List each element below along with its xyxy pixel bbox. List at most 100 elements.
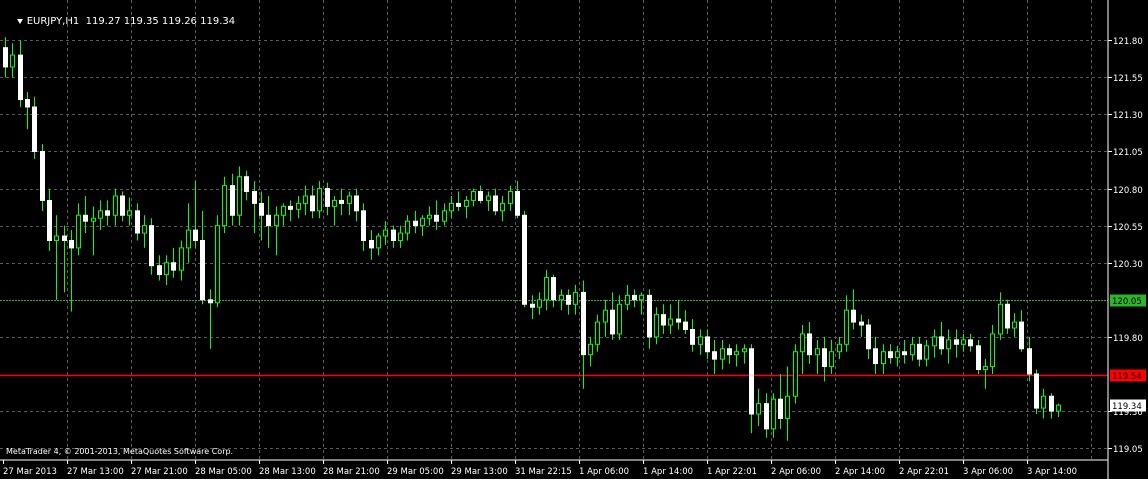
bear-candle-body <box>676 318 681 323</box>
candle <box>617 295 622 340</box>
bear-candle-body <box>866 324 871 350</box>
bull-candle-body <box>376 235 381 249</box>
candle <box>105 200 110 226</box>
bull-candle-body <box>537 299 542 308</box>
candle <box>486 191 491 211</box>
bull-candle-body <box>785 395 790 419</box>
red-level-label: 119.54 <box>1112 372 1142 382</box>
bull-candle-body <box>405 220 410 234</box>
bear-candle-body <box>310 195 315 212</box>
y-tick-label: 120.55 <box>1113 223 1143 233</box>
bull-candle-body <box>793 351 798 397</box>
chart-window[interactable]: EURJPY,H1 119.27 119.35 119.26 119.34 12… <box>0 0 1148 479</box>
x-tick-label: 3 Apr 14:00 <box>1027 467 1077 477</box>
x-tick-label: 29 Mar 05:00 <box>387 467 444 477</box>
candle <box>493 188 498 216</box>
candle <box>259 191 264 241</box>
candle <box>200 210 205 305</box>
bull-candle-body <box>734 351 739 356</box>
candle <box>807 322 812 364</box>
bear-candle-body <box>610 309 615 335</box>
bear-candle-body <box>515 191 520 216</box>
candle <box>266 195 271 248</box>
bear-candle-body <box>566 294 571 305</box>
bear-candle-body <box>18 54 23 101</box>
bull-candle-body <box>127 210 132 216</box>
candle <box>347 191 352 216</box>
bear-candle-body <box>62 235 67 241</box>
candle <box>208 289 213 349</box>
bear-candle-body <box>705 336 710 353</box>
candle <box>157 255 162 281</box>
candle <box>647 289 652 349</box>
bear-candle-body <box>244 176 249 193</box>
candle <box>954 329 959 358</box>
bear-candle-body <box>149 225 154 267</box>
bear-candle-body <box>822 348 827 368</box>
bull-candle-body <box>595 321 600 345</box>
candle <box>603 299 608 337</box>
bear-candle-body <box>259 202 264 216</box>
candle <box>888 344 893 364</box>
candle <box>149 218 154 275</box>
candle <box>544 270 549 311</box>
candle <box>844 295 849 352</box>
candle <box>1049 393 1054 419</box>
bear-candle-body <box>764 403 769 430</box>
bull-candle-body <box>317 188 322 212</box>
candle <box>274 206 279 256</box>
bear-candle-body <box>252 191 257 204</box>
candle <box>778 373 783 429</box>
bear-candle-body <box>493 195 498 212</box>
candle <box>639 292 644 315</box>
candle <box>698 329 703 355</box>
candle <box>456 191 461 211</box>
candle <box>712 339 717 374</box>
bear-candle-body <box>83 214 88 222</box>
candle <box>47 188 52 251</box>
candle <box>815 339 820 374</box>
candle <box>135 203 140 241</box>
candle <box>654 307 659 345</box>
candle <box>705 329 710 360</box>
candle <box>559 289 564 311</box>
candle <box>332 195 337 226</box>
candle <box>756 388 761 426</box>
candle <box>354 188 359 222</box>
bull-candle-body <box>237 176 242 216</box>
bull-candle-body <box>398 232 403 241</box>
candle <box>968 333 973 352</box>
candle <box>881 344 886 374</box>
bull-candle-body <box>500 202 505 212</box>
candle <box>296 195 301 219</box>
bear-candle-body <box>413 220 418 227</box>
candle <box>32 96 37 159</box>
bull-candle-body <box>617 303 622 335</box>
bull-candle-body <box>274 214 279 227</box>
bull-candle-body <box>815 348 820 356</box>
candle <box>668 304 673 334</box>
x-tick-label: 27 Mar 21:00 <box>131 467 188 477</box>
bull-candle-body <box>296 202 301 210</box>
price-chart[interactable]: 121.80 121.55 121.30 121.05 120.80 120.55 120.… <box>0 0 1148 479</box>
candle <box>822 336 827 382</box>
candle <box>961 333 966 352</box>
bull-candle-body <box>10 54 15 68</box>
candle <box>924 339 929 367</box>
bull-candle-body <box>544 277 549 301</box>
bull-candle-body <box>573 291 578 305</box>
bear-candle-body <box>902 351 907 356</box>
bear-candle-body <box>917 343 922 360</box>
candle <box>990 325 995 374</box>
candle <box>1005 299 1010 334</box>
bid-label: 119.34 <box>1112 402 1142 412</box>
bear-candle-body <box>1005 303 1010 329</box>
candle <box>866 319 871 360</box>
candle <box>471 188 476 207</box>
bull-candle-body <box>895 351 900 359</box>
candle <box>917 336 922 367</box>
x-tick-label: 27 Mar 13:00 <box>67 467 124 477</box>
candle <box>215 215 220 308</box>
bear-candle-body <box>456 202 461 207</box>
bull-candle-body <box>829 351 834 368</box>
